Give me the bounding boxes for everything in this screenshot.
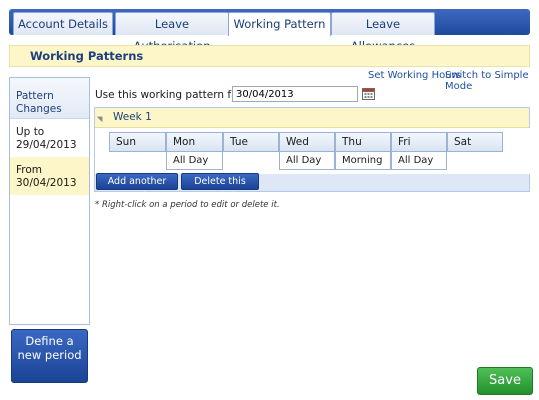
tab-working-pattern[interactable]: Working Pattern bbox=[228, 12, 331, 36]
pattern-changes-panel: Pattern Changes Up to 29/04/2013 From 30… bbox=[9, 77, 90, 325]
define-new-period-button[interactable]: Define a new period bbox=[11, 329, 88, 383]
tab-bar: Account Details Leave Authorisation Work… bbox=[9, 9, 530, 53]
pattern-from-label: Use this working pattern from bbox=[95, 89, 252, 101]
pattern-from-date-input[interactable] bbox=[232, 86, 358, 102]
day-value-thu[interactable]: Morning bbox=[335, 152, 391, 170]
week-title: Week 1 bbox=[113, 111, 152, 123]
tab-leave-authorisation[interactable]: Leave Authorisation bbox=[115, 12, 229, 53]
save-button[interactable]: Save bbox=[477, 367, 533, 395]
day-value-fri[interactable]: All Day bbox=[391, 152, 447, 170]
day-header-thu[interactable]: Thu bbox=[335, 132, 391, 152]
tab-leave-allowances[interactable]: Leave Allowances bbox=[331, 12, 435, 53]
day-header-mon[interactable]: Mon bbox=[166, 132, 223, 152]
switch-simple-mode-link[interactable]: Switch to Simple Mode bbox=[445, 70, 539, 92]
pattern-changes-header: Pattern Changes bbox=[10, 78, 89, 119]
pattern-change-item-selected[interactable]: From 30/04/2013 bbox=[10, 157, 89, 195]
collapse-arrow-icon[interactable] bbox=[96, 113, 106, 123]
week-grid: Sun Mon All Day Tue Wed All Day Thu Morn… bbox=[95, 128, 531, 174]
day-header-wed[interactable]: Wed bbox=[279, 132, 335, 152]
section-title: Working Patterns bbox=[9, 45, 530, 67]
calendar-icon[interactable] bbox=[362, 87, 375, 100]
day-header-fri[interactable]: Fri bbox=[391, 132, 447, 152]
day-value-mon[interactable]: All Day bbox=[166, 152, 223, 170]
day-header-sat[interactable]: Sat bbox=[447, 132, 503, 152]
day-header-sun[interactable]: Sun bbox=[109, 132, 166, 152]
tab-account-details[interactable]: Account Details bbox=[13, 12, 113, 35]
day-header-tue[interactable]: Tue bbox=[223, 132, 279, 152]
week-header[interactable]: Week 1 bbox=[95, 108, 529, 128]
add-another-week-button[interactable]: Add another week bbox=[96, 173, 178, 202]
delete-period-button[interactable]: Delete this period bbox=[181, 173, 259, 202]
hint-text: * Right-click on a period to edit or del… bbox=[95, 200, 280, 210]
pattern-change-item[interactable]: Up to 29/04/2013 bbox=[10, 119, 89, 157]
day-value-wed[interactable]: All Day bbox=[279, 152, 335, 170]
